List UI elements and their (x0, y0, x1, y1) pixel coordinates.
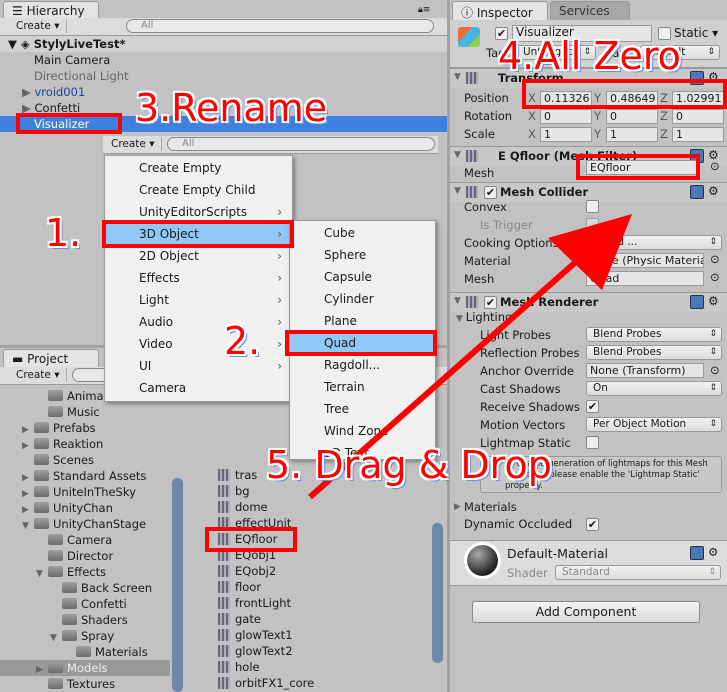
annotation-step2: 2. (224, 319, 261, 363)
highlight-eqfloor (205, 527, 297, 552)
annotation-step5: 5. Drag & Drop (266, 443, 552, 487)
annotation-step3: 3.Rename (135, 86, 328, 130)
highlight-quad (285, 330, 437, 356)
annotation-step1: 1. (45, 211, 82, 255)
highlight-mesh (576, 154, 700, 180)
highlight-visualizer (16, 113, 122, 134)
annotation-step4: 4.All Zero (498, 34, 681, 78)
highlight-3d-object (102, 220, 294, 248)
highlight-position (522, 79, 727, 109)
